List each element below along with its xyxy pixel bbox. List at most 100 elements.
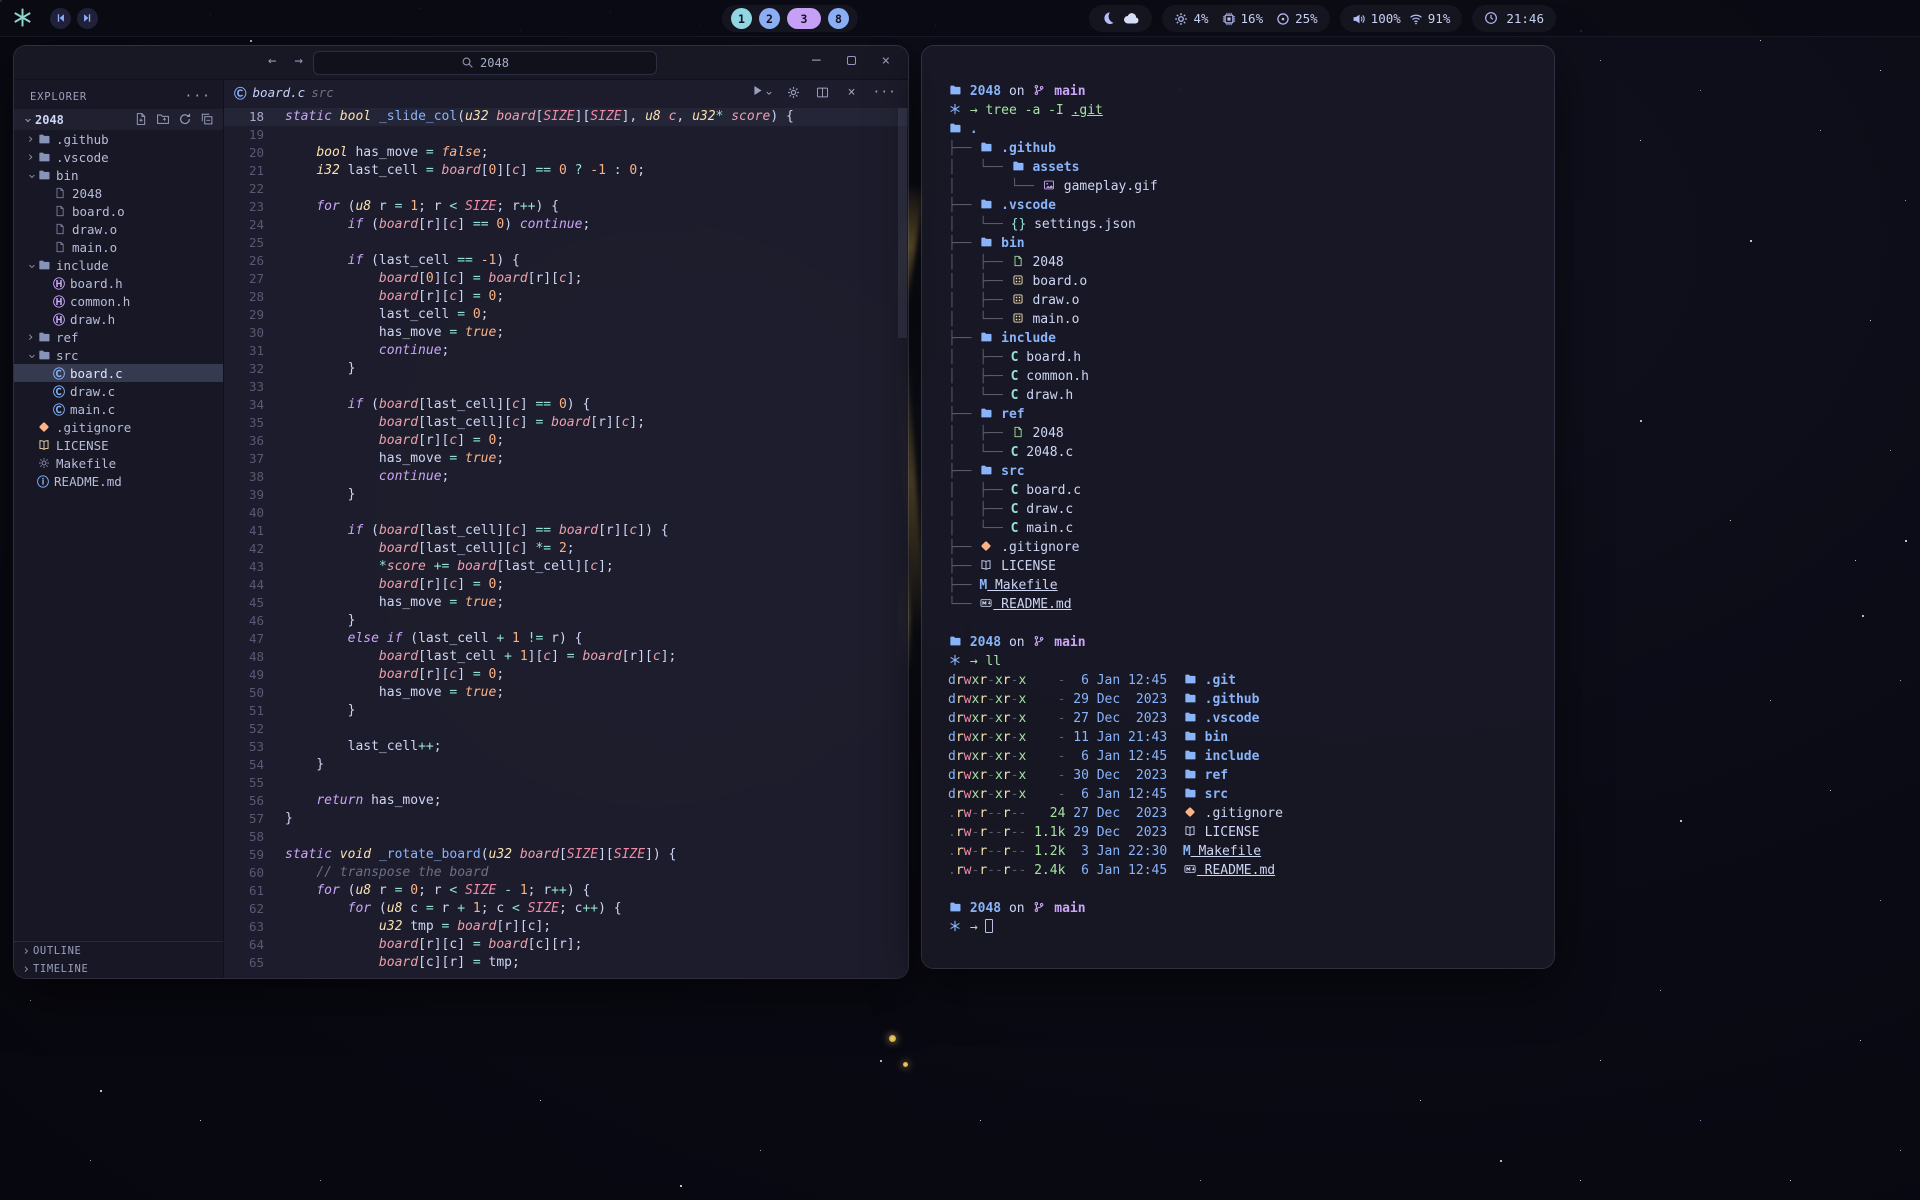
workspace-8[interactable]: 8 <box>828 8 849 29</box>
minimize-button[interactable]: ─ <box>808 52 824 70</box>
system-stats[interactable]: 4%16%25% <box>1162 5 1329 32</box>
code-line-60[interactable]: 60 // transpose the board <box>224 864 908 882</box>
run-button[interactable] <box>751 84 773 100</box>
tree-item-common.h[interactable]: Ⓗcommon.h <box>14 292 223 310</box>
clock-widget[interactable]: 21:46 <box>1472 5 1556 32</box>
code-line-26[interactable]: 26 if (last_cell == -1) { <box>224 252 908 270</box>
tree-item-include[interactable]: ›include <box>14 256 223 274</box>
code-line-51[interactable]: 51 } <box>224 702 908 720</box>
code-line-42[interactable]: 42 board[last_cell][c] *= 2; <box>224 540 908 558</box>
editor-titlebar[interactable]: ← → 2048 ─ × <box>14 46 908 80</box>
timeline-panel[interactable]: ›TIMELINE <box>14 960 223 978</box>
close-button[interactable]: × <box>878 52 894 70</box>
close-editor-button[interactable]: × <box>844 84 860 100</box>
weather-widget[interactable] <box>1089 5 1152 32</box>
code-line-41[interactable]: 41 if (board[last_cell][c] == board[r][c… <box>224 522 908 540</box>
code-line-36[interactable]: 36 board[r][c] = 0; <box>224 432 908 450</box>
scrollbar[interactable] <box>898 108 907 338</box>
code-line-45[interactable]: 45 has_move = true; <box>224 594 908 612</box>
code-line-59[interactable]: 59static void _rotate_board(u32 board[SI… <box>224 846 908 864</box>
code-line-62[interactable]: 62 for (u8 c = r + 1; c < SIZE; c++) { <box>224 900 908 918</box>
code-line-44[interactable]: 44 board[r][c] = 0; <box>224 576 908 594</box>
tree-item-draw.c[interactable]: Ⓒdraw.c <box>14 382 223 400</box>
tree-item-board.c[interactable]: Ⓒboard.c <box>14 364 223 382</box>
workspace-1[interactable]: 1 <box>731 8 752 29</box>
code-line-20[interactable]: 20 bool has_move = false; <box>224 144 908 162</box>
forward-button[interactable]: → <box>290 52 306 70</box>
code-line-52[interactable]: 52 <box>224 720 908 738</box>
tree-item-LICENSE[interactable]: LICENSE <box>14 436 223 454</box>
tree-item-.github[interactable]: ›.github <box>14 130 223 148</box>
code-line-65[interactable]: 65 board[c][r] = tmp; <box>224 954 908 972</box>
terminal-window[interactable]: 2048 on main → tree -a -I .git .├── .git… <box>922 46 1554 968</box>
code-line-57[interactable]: 57} <box>224 810 908 828</box>
code-line-58[interactable]: 58 <box>224 828 908 846</box>
back-button[interactable]: ← <box>264 52 280 70</box>
breadcrumb[interactable]: Ⓒ board.c src <box>234 83 334 102</box>
code-line-56[interactable]: 56 return has_move; <box>224 792 908 810</box>
media-next-button[interactable] <box>77 8 98 29</box>
outline-panel[interactable]: ›OUTLINE <box>14 942 223 960</box>
tree-item-Makefile[interactable]: Makefile <box>14 454 223 472</box>
code-line-31[interactable]: 31 continue; <box>224 342 908 360</box>
code-line-22[interactable]: 22 <box>224 180 908 198</box>
code-line-37[interactable]: 37 has_move = true; <box>224 450 908 468</box>
code-line-47[interactable]: 47 else if (last_cell + 1 != r) { <box>224 630 908 648</box>
code-line-18[interactable]: 18static bool _slide_col(u32 board[SIZE]… <box>224 108 908 126</box>
editor-more-actions[interactable]: ··· <box>873 84 896 100</box>
code-line-54[interactable]: 54 } <box>224 756 908 774</box>
code-line-53[interactable]: 53 last_cell++; <box>224 738 908 756</box>
settings-gear-button[interactable] <box>786 84 802 100</box>
search-box[interactable]: 2048 <box>313 51 657 75</box>
media-previous-button[interactable] <box>50 8 71 29</box>
split-editor-button[interactable] <box>815 84 831 100</box>
tree-item-bin[interactable]: ›bin <box>14 166 223 184</box>
code-line-61[interactable]: 61 for (u8 r = 0; r < SIZE - 1; r++) { <box>224 882 908 900</box>
tree-item-board.o[interactable]: board.o <box>14 202 223 220</box>
tree-item-draw.o[interactable]: draw.o <box>14 220 223 238</box>
code-line-24[interactable]: 24 if (board[r][c] == 0) continue; <box>224 216 908 234</box>
workspace-3[interactable]: 3 <box>787 8 821 29</box>
code-line-19[interactable]: 19 <box>224 126 908 144</box>
new-folder-button[interactable] <box>155 112 170 127</box>
code-line-25[interactable]: 25 <box>224 234 908 252</box>
code-line-46[interactable]: 46 } <box>224 612 908 630</box>
tree-item-2048[interactable]: 2048 <box>14 184 223 202</box>
code-line-43[interactable]: 43 *score += board[last_cell][c]; <box>224 558 908 576</box>
code-line-28[interactable]: 28 board[r][c] = 0; <box>224 288 908 306</box>
maximize-button[interactable] <box>843 52 860 70</box>
code-line-21[interactable]: 21 i32 last_cell = board[0][c] == 0 ? -1… <box>224 162 908 180</box>
collapse-folders-button[interactable] <box>199 112 214 127</box>
code-line-63[interactable]: 63 u32 tmp = board[r][c]; <box>224 918 908 936</box>
tree-item-README.md[interactable]: ⓘREADME.md <box>14 472 223 490</box>
code-line-38[interactable]: 38 continue; <box>224 468 908 486</box>
tree-item-board.h[interactable]: Ⓗboard.h <box>14 274 223 292</box>
tree-item-main.c[interactable]: Ⓒmain.c <box>14 400 223 418</box>
project-root-row[interactable]: › 2048 <box>14 109 223 130</box>
tree-item-.gitignore[interactable]: .gitignore <box>14 418 223 436</box>
code-line-33[interactable]: 33 <box>224 378 908 396</box>
code-line-32[interactable]: 32 } <box>224 360 908 378</box>
tree-item-draw.h[interactable]: Ⓗdraw.h <box>14 310 223 328</box>
nixos-logo-icon[interactable] <box>12 7 34 29</box>
code-line-50[interactable]: 50 has_move = true; <box>224 684 908 702</box>
tree-item-ref[interactable]: ›ref <box>14 328 223 346</box>
code-line-34[interactable]: 34 if (board[last_cell][c] == 0) { <box>224 396 908 414</box>
code-line-35[interactable]: 35 board[last_cell][c] = board[r][c]; <box>224 414 908 432</box>
new-file-button[interactable] <box>133 112 148 127</box>
volume-network[interactable]: 100%91% <box>1340 5 1463 32</box>
code-line-55[interactable]: 55 <box>224 774 908 792</box>
code-line-29[interactable]: 29 last_cell = 0; <box>224 306 908 324</box>
code-line-27[interactable]: 27 board[0][c] = board[r][c]; <box>224 270 908 288</box>
code-line-49[interactable]: 49 board[r][c] = 0; <box>224 666 908 684</box>
code-line-23[interactable]: 23 for (u8 r = 1; r < SIZE; r++) { <box>224 198 908 216</box>
code-area[interactable]: 18static bool _slide_col(u32 board[SIZE]… <box>224 108 908 972</box>
explorer-more-icon[interactable]: ··· <box>185 89 211 104</box>
code-line-64[interactable]: 64 board[r][c] = board[c][r]; <box>224 936 908 954</box>
code-line-48[interactable]: 48 board[last_cell + 1][c] = board[r][c]… <box>224 648 908 666</box>
tree-item-src[interactable]: ›src <box>14 346 223 364</box>
refresh-explorer-button[interactable] <box>177 112 192 127</box>
code-line-40[interactable]: 40 <box>224 504 908 522</box>
tree-item-.vscode[interactable]: ›.vscode <box>14 148 223 166</box>
tree-item-main.o[interactable]: main.o <box>14 238 223 256</box>
